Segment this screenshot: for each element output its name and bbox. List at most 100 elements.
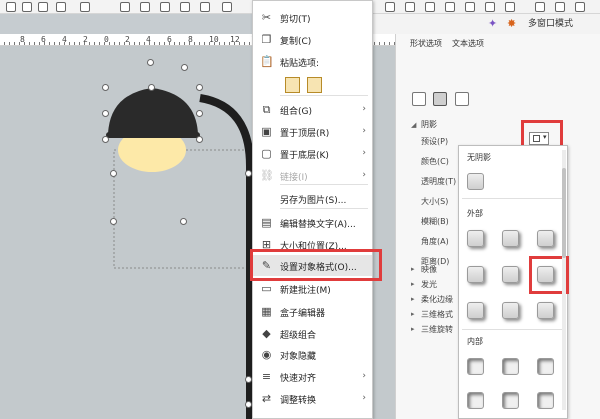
size-properties-icon[interactable]: [455, 92, 469, 106]
menu-item-1[interactable]: ❐ 复制(C): [253, 29, 372, 50]
inner-shadow-swatch[interactable]: [502, 392, 519, 409]
resize-handle[interactable]: [148, 84, 155, 91]
resize-handle[interactable]: [102, 136, 109, 143]
resize-handle[interactable]: [245, 376, 252, 383]
expand-caret-icon[interactable]: ▸: [411, 325, 415, 333]
merge-shapes-icon[interactable]: [425, 2, 435, 12]
align-right-icon[interactable]: [38, 2, 48, 12]
menu-item-3[interactable]: ⧉ 组合(G) ›: [253, 99, 372, 120]
group-icon: ⧉: [262, 103, 271, 116]
multi-window-button[interactable]: 多窗口模式: [528, 16, 573, 29]
star-icon[interactable]: ✦: [488, 18, 500, 30]
replace-icon[interactable]: [385, 2, 395, 12]
menu-item-2[interactable]: 📋 粘贴选项:: [253, 51, 372, 72]
resize-handle[interactable]: [196, 110, 203, 117]
fill-icon[interactable]: [222, 2, 232, 12]
shape-icon[interactable]: [160, 2, 170, 12]
menu-item-0[interactable]: ✂ 剪切(T): [253, 7, 372, 28]
ruler-tick: [124, 42, 125, 45]
fragment-icon[interactable]: [465, 2, 475, 12]
menu-item-7[interactable]: 另存为图片(S)...: [253, 188, 372, 209]
shadow-none-swatch[interactable]: [467, 173, 484, 190]
expand-caret-icon[interactable]: ▸: [411, 265, 415, 273]
outer-shadow-swatch[interactable]: [467, 302, 484, 319]
resize-handle[interactable]: [196, 136, 203, 143]
gear-icon[interactable]: ✸: [507, 18, 519, 30]
resize-handle[interactable]: [245, 401, 252, 408]
ruler-tick: [209, 42, 210, 45]
menu-item-16[interactable]: ⇄ 调整转换 ›: [253, 388, 372, 409]
ruler-tick: [204, 42, 205, 45]
outer-shadow-swatch[interactable]: [502, 266, 519, 283]
paste-picture-icon[interactable]: [307, 77, 322, 93]
resize-handle[interactable]: [245, 170, 252, 177]
rotate-handle-icon[interactable]: [147, 59, 154, 66]
ruler-tick: [99, 42, 100, 45]
effects-icon[interactable]: [433, 92, 447, 106]
section-glow[interactable]: 发光: [421, 279, 437, 290]
menu-item-12[interactable]: ▦ 盒子编辑器: [253, 301, 372, 322]
inner-shadow-swatch[interactable]: [537, 358, 554, 375]
menu-item-label: 组合(G): [280, 107, 312, 117]
flip-icon[interactable]: [555, 2, 565, 12]
menu-item-5[interactable]: ▢ 置于底层(K) ›: [253, 143, 372, 164]
resize-handle[interactable]: [196, 84, 203, 91]
chevron-right-icon: ›: [362, 148, 366, 158]
collapse-caret-icon[interactable]: ◢: [411, 121, 416, 129]
text-box-icon[interactable]: [120, 2, 130, 12]
combine-icon[interactable]: [445, 2, 455, 12]
wordart-icon[interactable]: [140, 2, 150, 12]
expand-caret-icon[interactable]: ▸: [411, 295, 415, 303]
expand-caret-icon[interactable]: ▸: [411, 310, 415, 318]
gallery-label-outer: 外部: [467, 209, 483, 218]
tab-text-options[interactable]: 文本选项: [452, 38, 484, 49]
arrange-icon[interactable]: [180, 2, 190, 12]
outer-shadow-swatch[interactable]: [467, 230, 484, 247]
menu-item-8[interactable]: ▤ 编辑替换文字(A)...: [253, 212, 372, 233]
select-icon[interactable]: [405, 2, 415, 12]
inner-shadow-swatch[interactable]: [467, 358, 484, 375]
resize-handle[interactable]: [180, 218, 187, 225]
align-left-icon[interactable]: [6, 2, 16, 12]
resize-handle[interactable]: [110, 170, 117, 177]
outer-shadow-swatch[interactable]: [502, 302, 519, 319]
section-shadow[interactable]: 阴影: [421, 119, 437, 130]
menu-item-13[interactable]: ◆ 超级组合: [253, 323, 372, 344]
dropdown-icon[interactable]: [575, 2, 585, 12]
resize-handle[interactable]: [102, 110, 109, 117]
justify-icon[interactable]: [56, 2, 66, 12]
fill-line-icon[interactable]: [412, 92, 426, 106]
lamp-shade: [108, 88, 198, 134]
outer-shadow-swatch[interactable]: [467, 266, 484, 283]
tab-shape-options[interactable]: 形状选项: [410, 38, 442, 49]
inner-shadow-swatch[interactable]: [537, 392, 554, 409]
outer-shadow-swatch[interactable]: [502, 230, 519, 247]
ruler-tick: [189, 42, 190, 45]
paste-keep-format-icon[interactable]: [285, 77, 300, 93]
intersect-icon[interactable]: [485, 2, 495, 12]
resize-handle[interactable]: [110, 218, 117, 225]
inner-shadow-swatch[interactable]: [502, 358, 519, 375]
align-center-icon[interactable]: [22, 2, 32, 12]
menu-item-14[interactable]: ◉ 对象隐藏: [253, 344, 372, 365]
resize-handle[interactable]: [102, 84, 109, 91]
outer-shadow-swatch[interactable]: [537, 230, 554, 247]
menu-item-label: 复制(C): [280, 37, 312, 47]
menu-item-label: 链接(I): [280, 173, 308, 183]
menu-item-11[interactable]: ▭ 新建批注(M): [253, 278, 372, 299]
text-direction-icon[interactable]: [80, 2, 90, 12]
quick-style-icon[interactable]: [200, 2, 210, 12]
menu-item-15[interactable]: ≡ 快速对齐 ›: [253, 366, 372, 387]
subtract-icon[interactable]: [505, 2, 515, 12]
section-soft-edges[interactable]: 柔化边缘: [421, 294, 453, 305]
section-3d-rotation[interactable]: 三维旋转: [421, 324, 453, 335]
section-3d-format[interactable]: 三维格式: [421, 309, 453, 320]
menu-item-4[interactable]: ▣ 置于顶层(R) ›: [253, 121, 372, 142]
inner-shadow-swatch[interactable]: [467, 392, 484, 409]
outer-shadow-swatch[interactable]: [537, 302, 554, 319]
section-reflection[interactable]: 映像: [421, 264, 437, 275]
rotate-handle-icon[interactable]: [181, 64, 188, 71]
expand-caret-icon[interactable]: ▸: [411, 280, 415, 288]
rotate-icon[interactable]: [535, 2, 545, 12]
gallery-scroll-thumb[interactable]: [562, 168, 566, 258]
